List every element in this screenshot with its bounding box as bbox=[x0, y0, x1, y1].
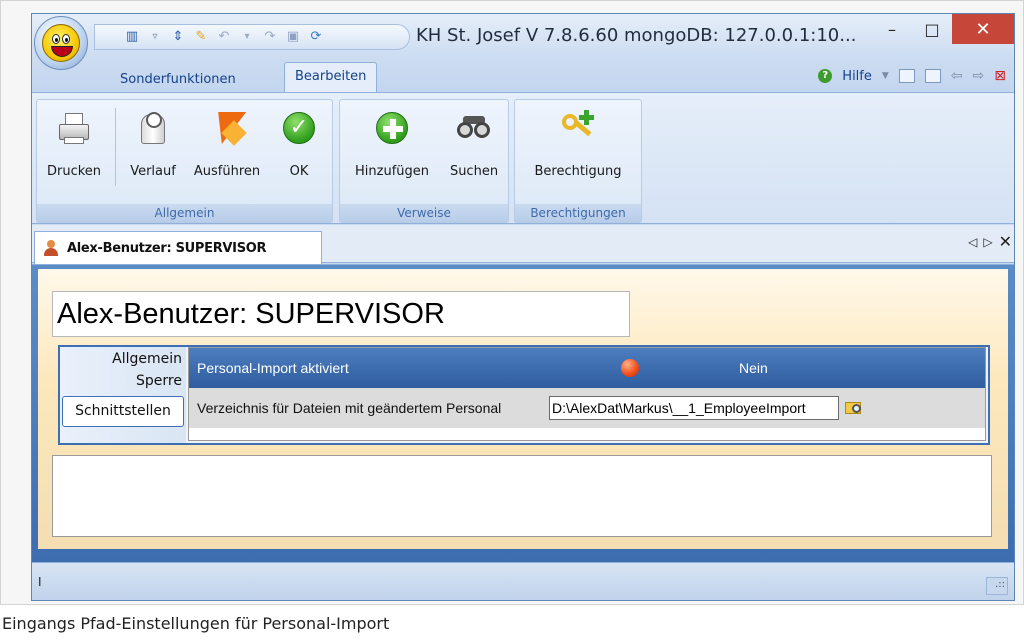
form-heading: Alex-Benutzer: SUPERVISOR bbox=[52, 291, 630, 337]
close-button[interactable]: ✕ bbox=[952, 14, 1014, 44]
binoculars-icon bbox=[456, 110, 492, 146]
group-allgemein: Drucken Verlauf Ausführen ✓ OK Allgemein bbox=[36, 99, 333, 223]
undo-dropdown-icon[interactable]: ▾ bbox=[240, 30, 254, 44]
layout-icon[interactable]: ▥ bbox=[125, 30, 139, 44]
add-button[interactable]: Hinzufügen bbox=[344, 104, 440, 188]
document-tab-title: Alex-Benutzer: SUPERVISOR bbox=[67, 240, 267, 256]
title-bar: ▥ ▿ ⇕ ✎ ↶ ▾ ↷ ▣ ⟳ KH St. Josef V 7.8.6.6… bbox=[32, 14, 1014, 58]
help-area: ? Hilfe ▼ ⇦ ⇨ ⊠ bbox=[818, 68, 1006, 84]
split-vertical-icon[interactable] bbox=[898, 69, 915, 83]
content-area: Alex-Benutzer: SUPERVISOR Allgemein Sper… bbox=[32, 264, 1014, 562]
form-panel: Alex-Benutzer: SUPERVISOR Allgemein Sper… bbox=[38, 269, 1008, 549]
help-icon[interactable]: ? bbox=[818, 69, 833, 83]
directory-path-field[interactable]: D:\AlexDat\Markus\__1_EmployeeImport bbox=[549, 396, 839, 420]
property-value: Nein bbox=[739, 360, 768, 376]
search-label: Suchen bbox=[449, 164, 499, 179]
group-label-berechtigungen: Berechtigungen bbox=[515, 204, 641, 222]
add-label: Hinzufügen bbox=[355, 164, 429, 179]
tab-bearbeiten[interactable]: Bearbeiten bbox=[284, 62, 378, 92]
execute-button[interactable]: Ausführen bbox=[185, 104, 269, 188]
permission-label: Berechtigung bbox=[534, 164, 622, 179]
ok-label: OK bbox=[289, 164, 309, 179]
property-label: Personal-Import aktiviert bbox=[197, 360, 349, 376]
history-button[interactable]: Verlauf bbox=[121, 104, 185, 188]
tab-strip-controls: ◁ ▷ ✕ bbox=[968, 234, 1012, 250]
dropdown-arrow-icon[interactable]: ▿ bbox=[148, 30, 162, 44]
side-tab-sperre[interactable]: Sperre bbox=[136, 373, 182, 389]
smiley-app-icon bbox=[42, 24, 80, 62]
settings-panel: Allgemein Sperre Schnittstellen Personal… bbox=[58, 345, 990, 445]
status-text: I bbox=[38, 575, 42, 589]
print-button[interactable]: Drucken bbox=[39, 104, 109, 188]
resize-grip[interactable]: .:: bbox=[986, 577, 1008, 595]
property-row-directory: Verzeichnis für Dateien mit geändertem P… bbox=[189, 388, 985, 428]
status-bar: I .:: bbox=[32, 562, 1014, 600]
window-controls: – □ ✕ bbox=[872, 14, 1014, 44]
help-menu[interactable]: Hilfe bbox=[842, 69, 872, 84]
undo-icon[interactable]: ↶ bbox=[217, 30, 231, 44]
ribbon-tab-row: Sonderfunktionen Bearbeiten ? Hilfe ▼ ⇦ … bbox=[32, 58, 1014, 92]
property-grid: Personal-Import aktiviert Nein Verzeichn… bbox=[188, 347, 986, 441]
split-horizontal-icon[interactable] bbox=[924, 69, 941, 83]
back-arrow-icon[interactable]: ⇦ bbox=[951, 68, 963, 84]
exit-icon[interactable]: ⊠ bbox=[994, 68, 1006, 84]
history-label: Verlauf bbox=[130, 164, 176, 179]
refresh-icon[interactable]: ⟳ bbox=[309, 30, 323, 44]
print-label: Drucken bbox=[46, 164, 102, 179]
sort-arrows-icon[interactable]: ⇕ bbox=[171, 30, 185, 44]
property-row-personal-import[interactable]: Personal-Import aktiviert Nein bbox=[189, 348, 985, 388]
scroll-clock-icon bbox=[135, 110, 171, 146]
group-separator bbox=[115, 108, 116, 186]
lower-panel bbox=[52, 455, 992, 537]
group-label-verweise: Verweise bbox=[340, 204, 508, 222]
side-tab-allgemein[interactable]: Allgemein bbox=[112, 351, 182, 367]
redo-icon[interactable]: ↷ bbox=[263, 30, 277, 44]
tab-close-icon[interactable]: ✕ bbox=[999, 234, 1012, 250]
folder-search-icon[interactable] bbox=[845, 399, 863, 415]
minimize-button[interactable]: – bbox=[872, 14, 912, 44]
status-dot-icon[interactable] bbox=[621, 359, 639, 377]
group-berechtigungen: Berechtigung Berechtigungen bbox=[514, 99, 642, 223]
group-label-allgemein: Allgemein bbox=[37, 204, 332, 222]
maximize-button[interactable]: □ bbox=[912, 14, 952, 44]
ok-button[interactable]: ✓ OK bbox=[273, 104, 325, 188]
flash-icon bbox=[207, 110, 247, 146]
user-icon bbox=[43, 240, 59, 256]
group-verweise: Hinzufügen Suchen Verweise bbox=[339, 99, 509, 223]
key-icon[interactable]: ✎ bbox=[194, 30, 208, 44]
tab-next-icon[interactable]: ▷ bbox=[983, 235, 992, 249]
search-button[interactable]: Suchen bbox=[444, 104, 504, 188]
checkmark-icon: ✓ bbox=[281, 110, 317, 146]
screenshot-frame: ▥ ▿ ⇕ ✎ ↶ ▾ ↷ ▣ ⟳ KH St. Josef V 7.8.6.6… bbox=[0, 0, 1024, 605]
tab-sonderfunktionen[interactable]: Sonderfunktionen bbox=[110, 68, 246, 92]
side-tab-list: Allgemein Sperre Schnittstellen bbox=[60, 347, 186, 443]
document-tab[interactable]: Alex-Benutzer: SUPERVISOR bbox=[34, 231, 322, 264]
save-icon[interactable]: ▣ bbox=[286, 30, 300, 44]
document-tab-strip: Alex-Benutzer: SUPERVISOR ◁ ▷ ✕ bbox=[32, 225, 1014, 264]
printer-icon bbox=[56, 110, 92, 146]
tab-prev-icon[interactable]: ◁ bbox=[968, 235, 977, 249]
permission-button[interactable]: Berechtigung bbox=[519, 104, 637, 188]
keys-plus-icon bbox=[560, 110, 596, 146]
ribbon: Drucken Verlauf Ausführen ✓ OK Allgemein bbox=[32, 92, 1014, 224]
application-menu-button[interactable] bbox=[34, 16, 88, 70]
window-title: KH St. Josef V 7.8.6.60 mongoDB: 127.0.0… bbox=[416, 25, 857, 46]
quick-access-toolbar: ▥ ▿ ⇕ ✎ ↶ ▾ ↷ ▣ ⟳ bbox=[94, 24, 410, 50]
image-caption: Eingangs Pfad-Einstellungen für Personal… bbox=[2, 614, 390, 633]
help-dropdown-icon[interactable]: ▼ bbox=[882, 71, 889, 81]
application-window: ▥ ▿ ⇕ ✎ ↶ ▾ ↷ ▣ ⟳ KH St. Josef V 7.8.6.6… bbox=[31, 13, 1015, 601]
property-label: Verzeichnis für Dateien mit geändertem P… bbox=[197, 400, 502, 416]
plus-icon bbox=[374, 110, 410, 146]
side-tab-schnittstellen[interactable]: Schnittstellen bbox=[62, 396, 184, 427]
execute-label: Ausführen bbox=[193, 164, 261, 179]
forward-arrow-icon[interactable]: ⇨ bbox=[973, 68, 985, 84]
